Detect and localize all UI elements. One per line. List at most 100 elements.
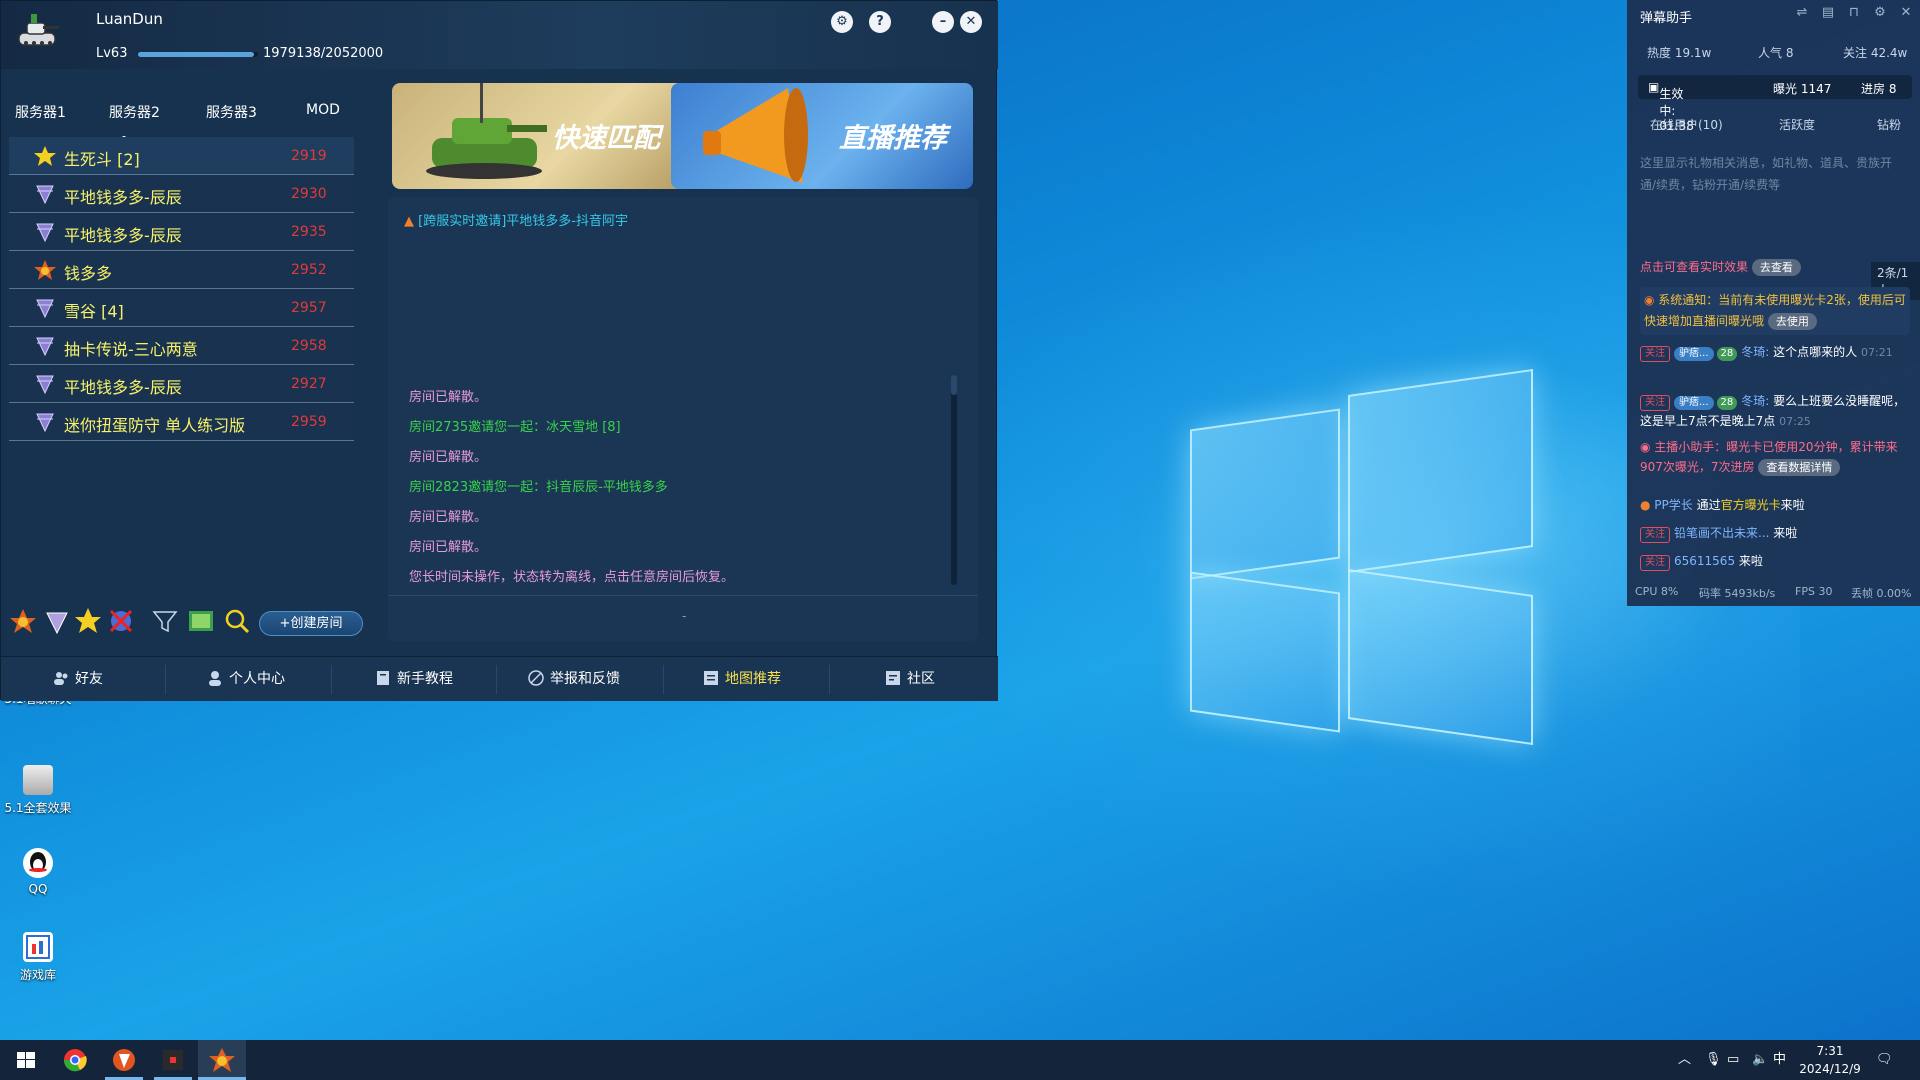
- room-row[interactable]: 抽卡传说-三心两意 2958: [9, 327, 354, 365]
- room-row[interactable]: 生死斗 [2] 2919: [9, 137, 354, 175]
- desktop-icon-label: 游戏库: [19, 968, 56, 982]
- level-badge: 28: [1716, 347, 1738, 361]
- entry-row: 关注 铅笔画不出未来... 来啦: [1640, 523, 1915, 543]
- windows-start-icon[interactable]: [12, 1046, 40, 1074]
- nav-community[interactable]: 社区: [885, 657, 935, 702]
- room-row[interactable]: 雪谷 [4] 2957: [9, 289, 354, 327]
- search-icon[interactable]: [223, 607, 251, 635]
- taskbar-clock[interactable]: 7:31 2024/12/9: [1790, 1042, 1870, 1078]
- tank-game-icon[interactable]: [208, 1046, 236, 1074]
- chat-message: 房间已解散。: [409, 510, 488, 525]
- follow-tag[interactable]: 关注: [1640, 527, 1670, 543]
- quick-match-banner[interactable]: 快速匹配: [392, 83, 692, 189]
- recorder-icon[interactable]: [159, 1046, 187, 1074]
- tab-server-3[interactable]: 服务器3: [206, 102, 257, 122]
- tank-avatar-icon[interactable]: [13, 11, 61, 53]
- chrome-icon[interactable]: [61, 1046, 89, 1074]
- tank-filter-icon[interactable]: [9, 607, 37, 635]
- tab-mod[interactable]: MOD: [306, 102, 340, 118]
- tab-online-users[interactable]: 在线用户(10): [1650, 116, 1723, 133]
- nav-tutorial[interactable]: 新手教程: [375, 657, 453, 702]
- nav-friends[interactable]: 好友: [53, 657, 103, 702]
- room-number: 2919: [291, 148, 327, 164]
- filter-funnel-icon[interactable]: [151, 607, 179, 635]
- scrollbar-thumb[interactable]: [951, 375, 957, 395]
- room-number: 2957: [291, 300, 327, 316]
- volume-icon[interactable]: 🔈: [1752, 1040, 1768, 1080]
- view-data-button[interactable]: 查看数据详情: [1758, 459, 1841, 476]
- create-room-button[interactable]: +创建房间: [259, 611, 363, 636]
- no-tank-filter-icon[interactable]: [107, 607, 135, 635]
- comment-user: 冬琦:: [1741, 394, 1770, 408]
- follow-tag[interactable]: 关注: [1640, 555, 1670, 571]
- chat-scrollbar[interactable]: [951, 375, 957, 585]
- nav-report[interactable]: 举报和反馈: [528, 657, 620, 702]
- show-hidden-icons-chevron-icon[interactable]: ︿: [1678, 1040, 1691, 1080]
- cross-server-invite[interactable]: ▲ [跨服实时邀请]平地钱多多-抖音阿宇: [404, 210, 628, 229]
- exp-bar-fill: [138, 52, 254, 57]
- diamond-icon: [34, 298, 56, 319]
- tab-activity[interactable]: 活跃度: [1779, 116, 1815, 133]
- room-name: 抽卡传说-三心两意: [64, 340, 198, 359]
- community-icon: [885, 660, 901, 685]
- nav-profile[interactable]: 个人中心: [207, 657, 285, 702]
- level-badge: 28: [1716, 396, 1738, 410]
- chat-panel: ▲ [跨服实时邀请]平地钱多多-抖音阿宇 房间已解散。 房间2735邀请您一起：冰…: [388, 197, 978, 641]
- view-button[interactable]: 去查看: [1751, 259, 1801, 276]
- note-icon[interactable]: ▤: [1820, 5, 1836, 21]
- comment-row: 关注 驴痞... 28 冬琦: 要么上班要么没睡醒呢，这是早上7点不是晚上7点 07:…: [1640, 391, 1915, 432]
- clock-date: 2024/12/9: [1799, 1062, 1861, 1076]
- room-row[interactable]: 平地钱多多-辰辰 2927: [9, 365, 354, 403]
- chat-message: 房间2823邀请您一起：抖音辰辰-平地钱多多: [409, 480, 668, 495]
- room-row[interactable]: 迷你扭蛋防守 单人练习版 2959: [9, 403, 354, 441]
- diamond-filter-icon[interactable]: [43, 607, 71, 635]
- microphone-icon[interactable]: 🎙: [1705, 1040, 1722, 1080]
- nav-map-recommend[interactable]: 地图推荐: [703, 657, 781, 702]
- notification-center-icon[interactable]: 🗨: [1876, 1040, 1893, 1080]
- room-row[interactable]: 钱多多 2952: [9, 251, 354, 289]
- use-button[interactable]: 去使用: [1767, 313, 1817, 330]
- room-name: 雪谷 [4]: [64, 302, 124, 321]
- follow-tag[interactable]: 关注: [1640, 346, 1670, 362]
- star-filter-icon[interactable]: [74, 607, 102, 635]
- tab-server-2[interactable]: 服务器2: [109, 102, 160, 122]
- settings-icon[interactable]: ⚙: [1872, 5, 1888, 21]
- follow-tag[interactable]: 关注: [1640, 395, 1670, 411]
- exp-value: 1979138/2052000: [263, 46, 384, 61]
- diamond-icon: [34, 184, 56, 205]
- settings-gear-icon[interactable]: ⚙: [831, 11, 853, 33]
- chat-input[interactable]: -: [682, 609, 686, 623]
- effect-timer: ▣ 生效中: 01:38: [1648, 80, 1694, 133]
- report-icon: [528, 660, 544, 686]
- live-recommend-banner[interactable]: 直播推荐: [671, 83, 973, 189]
- desktop-icon-label: 5.1全套效果: [4, 801, 72, 815]
- exposure-count: 曝光 1147: [1773, 82, 1832, 96]
- desktop-icon-qq[interactable]: QQ: [0, 848, 76, 896]
- chat-message: 房间已解散。: [409, 390, 488, 405]
- close-icon[interactable]: ✕: [960, 11, 982, 33]
- pin-icon[interactable]: ⇌: [1794, 5, 1810, 21]
- minimize-icon[interactable]: –: [932, 11, 954, 33]
- map-icon[interactable]: [187, 607, 215, 635]
- desktop-icon-game-library[interactable]: 游戏库: [0, 932, 76, 983]
- close-icon[interactable]: ✕: [1898, 5, 1914, 21]
- taskbar: ︿ 🎙 ▭ 🔈 中 7:31 2024/12/9 🗨: [0, 1040, 1920, 1080]
- exp-bar: [138, 52, 258, 57]
- room-row[interactable]: 平地钱多多-辰辰 2935: [9, 213, 354, 251]
- room-row[interactable]: 平地钱多多-辰辰 2930: [9, 175, 354, 213]
- nav-separator: [331, 665, 332, 694]
- nav-label: 个人中心: [229, 671, 285, 687]
- fan-badge: 驴痞...: [1674, 347, 1714, 361]
- tab-diamond-fans[interactable]: 钻粉: [1877, 116, 1901, 133]
- tab-server-1[interactable]: 服务器1: [15, 102, 66, 122]
- lock-icon[interactable]: ⊓: [1846, 5, 1862, 21]
- game-launcher-icon[interactable]: [110, 1046, 138, 1074]
- dropped-frames-stat: 丢帧 0.00%: [1851, 587, 1912, 600]
- ime-indicator[interactable]: 中: [1773, 1040, 1786, 1080]
- diamond-icon: [34, 374, 56, 395]
- desktop-icon-effects[interactable]: 5.1全套效果: [0, 765, 76, 816]
- room-name: 钱多多: [64, 264, 113, 283]
- help-icon[interactable]: ?: [869, 11, 891, 33]
- realtime-effect-link[interactable]: 点击可查看实时效果 去查看: [1640, 258, 1801, 276]
- network-icon[interactable]: ▭: [1727, 1040, 1739, 1080]
